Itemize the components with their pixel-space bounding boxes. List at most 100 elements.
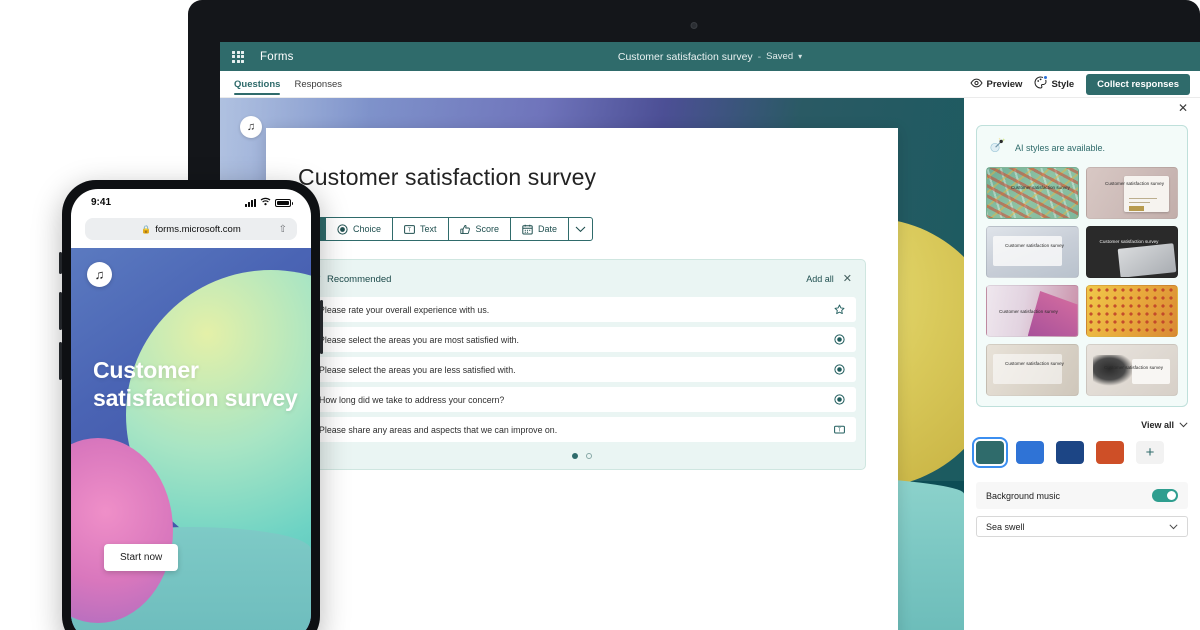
view-all-button[interactable]: View all xyxy=(976,420,1188,430)
radio-button-icon[interactable] xyxy=(834,334,845,345)
battery-icon xyxy=(275,198,293,207)
plus-icon[interactable]: + xyxy=(1136,441,1164,464)
star-icon[interactable] xyxy=(834,304,845,315)
phone-device: 9:41 🔒 forms.microsoft.com ⇧ ♫ Customer … xyxy=(59,180,323,630)
app-launcher-icon[interactable] xyxy=(232,50,244,63)
page-dot-active[interactable] xyxy=(572,453,578,459)
theme-thumbnail[interactable]: Customer satisfaction survey xyxy=(1085,344,1178,396)
background-music-label: Background music xyxy=(986,490,1061,501)
theme-thumbnail-caption: Customer satisfaction survey xyxy=(1010,185,1070,190)
style-panel: ✕ AI styles are available. Customer sati… xyxy=(964,98,1200,630)
theme-thumbnail-grid: Customer satisfaction survey Customer sa… xyxy=(986,167,1178,396)
style-button[interactable]: Style xyxy=(1034,75,1075,92)
chevron-down-icon[interactable] xyxy=(568,218,592,240)
phone-mute-switch[interactable] xyxy=(59,252,62,274)
save-status: Saved xyxy=(766,51,794,62)
radio-button-icon xyxy=(337,223,348,235)
color-swatch-blue[interactable] xyxy=(1016,441,1044,464)
music-track-value: Sea swell xyxy=(986,521,1025,532)
wifi-icon xyxy=(260,197,271,209)
music-note-icon[interactable]: ♫ xyxy=(87,262,112,287)
forms-command-bar: Questions Responses Preview Style Collec… xyxy=(220,71,1200,98)
calendar-icon xyxy=(522,224,533,235)
question-type-date[interactable]: Date xyxy=(510,218,569,240)
lock-icon: 🔒 xyxy=(141,224,152,234)
recommended-item[interactable]: Please select the areas you are most sat… xyxy=(308,327,856,352)
theme-thumbnail[interactable]: Customer satisfaction survey xyxy=(986,285,1079,337)
chevron-down-icon xyxy=(1169,522,1178,532)
document-title-group[interactable]: Customer satisfaction survey - Saved ▾ xyxy=(618,51,802,63)
page-dot[interactable] xyxy=(586,453,592,459)
theme-thumbnail[interactable]: Customer satisfaction survey xyxy=(986,344,1079,396)
recommended-item[interactable]: Please share any areas and aspects that … xyxy=(308,417,856,442)
theme-thumbnail-caption: Customer satisfaction survey xyxy=(999,309,1058,314)
recommended-item[interactable]: Please rate your overall experience with… xyxy=(308,297,856,322)
background-music-row: Background music xyxy=(976,482,1188,509)
question-type-score[interactable]: Score xyxy=(447,218,511,240)
form-canvas: ♫ Customer satisfaction survey + xyxy=(220,98,964,630)
form-title[interactable]: Customer satisfaction survey xyxy=(298,164,866,191)
phone-address-bar[interactable]: 🔒 forms.microsoft.com ⇧ xyxy=(85,218,297,240)
laptop-screen: Forms Customer satisfaction survey - Sav… xyxy=(220,42,1200,630)
tab-questions[interactable]: Questions xyxy=(234,71,281,97)
close-icon[interactable]: ✕ xyxy=(843,273,852,285)
start-now-button[interactable]: Start now xyxy=(104,544,179,571)
theme-thumbnail[interactable]: Customer satisfaction survey xyxy=(986,226,1079,278)
phone-volume-up-button[interactable] xyxy=(59,292,62,330)
document-title: Customer satisfaction survey xyxy=(617,50,753,63)
color-swatch-teal[interactable] xyxy=(972,437,1008,468)
recommended-item-text: How long did we take to address your con… xyxy=(319,394,505,405)
radio-button-icon[interactable] xyxy=(834,394,845,405)
question-type-choice-label: Choice xyxy=(353,224,382,234)
toggle-knob xyxy=(1167,491,1176,500)
recommended-actions: Add all ✕ xyxy=(806,273,852,285)
close-icon[interactable]: ✕ xyxy=(1178,102,1188,114)
music-track-select[interactable]: Sea swell xyxy=(976,516,1188,537)
phone-status-icons xyxy=(245,197,293,209)
ai-styles-box: AI styles are available. Customer satisf… xyxy=(976,125,1188,407)
color-swatch-list: + xyxy=(972,437,1188,468)
svg-text:T: T xyxy=(408,227,412,233)
ai-styles-text: AI styles are available. xyxy=(1015,142,1106,153)
recommended-item-text: Please select the areas you are less sat… xyxy=(319,364,516,375)
add-all-button[interactable]: Add all xyxy=(806,274,834,284)
forms-body: ♫ Customer satisfaction survey + xyxy=(220,98,1200,630)
color-swatch-orange-red[interactable] xyxy=(1096,441,1124,464)
view-all-label: View all xyxy=(1141,420,1174,430)
question-type-date-label: Date xyxy=(538,224,558,234)
question-type-text[interactable]: T Text xyxy=(392,218,448,240)
background-music-toggle[interactable] xyxy=(1152,489,1178,502)
recommended-header: Recommended Add all ✕ xyxy=(308,269,856,297)
recommended-item[interactable]: How long did we take to address your con… xyxy=(308,387,856,412)
theme-thumbnail[interactable]: Customer satisfaction survey xyxy=(986,167,1079,219)
app-brand-label[interactable]: Forms xyxy=(260,51,294,63)
laptop-device: Forms Customer satisfaction survey - Sav… xyxy=(188,0,1200,630)
phone-volume-down-button[interactable] xyxy=(59,342,62,380)
recommended-item[interactable]: Please select the areas you are less sat… xyxy=(308,357,856,382)
share-icon[interactable]: ⇧ xyxy=(279,224,287,235)
recommended-item-text: Please rate your overall experience with… xyxy=(319,304,490,315)
phone-form-title: Customer satisfaction survey xyxy=(93,357,298,412)
theme-thumbnail[interactable]: Customer satisfaction survey xyxy=(1085,226,1178,278)
phone-power-button[interactable] xyxy=(320,300,323,354)
phone-status-bar: 9:41 xyxy=(71,189,311,216)
laptop-camera xyxy=(690,22,698,29)
recommended-title: Recommended xyxy=(327,273,392,285)
chevron-down-icon[interactable]: ▾ xyxy=(798,52,802,61)
theme-thumbnail[interactable]: Customer satisfaction survey xyxy=(1085,167,1178,219)
theme-thumbnail[interactable]: Customer satisfaction survey xyxy=(1085,285,1178,337)
music-note-icon[interactable]: ♫ xyxy=(240,116,262,138)
color-swatch-dark-navy[interactable] xyxy=(1056,441,1084,464)
tab-responses[interactable]: Responses xyxy=(294,71,342,97)
radio-button-icon[interactable] xyxy=(834,364,845,375)
question-type-choice[interactable]: Choice xyxy=(325,218,393,240)
style-label: Style xyxy=(1051,78,1075,90)
form-editor-card: Customer satisfaction survey + Choi xyxy=(266,128,898,630)
collect-responses-button[interactable]: Collect responses xyxy=(1086,73,1190,95)
phone-clock: 9:41 xyxy=(91,197,112,208)
preview-button[interactable]: Preview xyxy=(969,78,1022,91)
theme-thumbnail-caption: Customer satisfaction survey xyxy=(1005,361,1064,366)
recommended-panel: Recommended Add all ✕ Please rate your o… xyxy=(298,259,866,470)
command-actions: Preview Style Collect responses xyxy=(969,73,1190,95)
text-box-icon[interactable]: T xyxy=(834,424,845,435)
